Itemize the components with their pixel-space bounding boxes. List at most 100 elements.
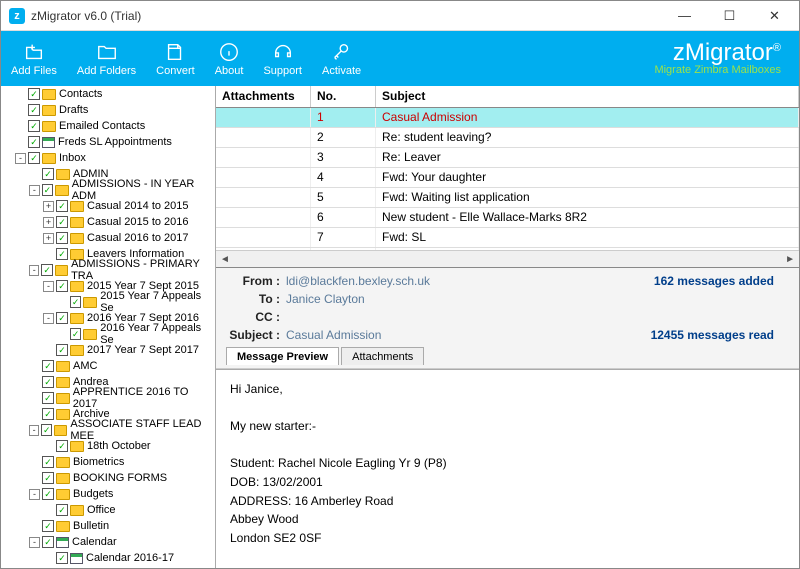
checkbox[interactable]: ✓	[56, 552, 68, 564]
table-body[interactable]: 1Casual Admission2Re: student leaving?3R…	[216, 108, 799, 250]
table-row[interactable]: 7Fwd: SL	[216, 228, 799, 248]
tree-item[interactable]: -✓Inbox	[1, 150, 215, 166]
toggle-icon[interactable]: -	[29, 425, 39, 436]
tree-item[interactable]: ✓2017 Year 7 Sept 2017	[1, 342, 215, 358]
folder-icon	[83, 329, 97, 340]
calendar-icon	[70, 553, 83, 564]
table-row[interactable]: 4Fwd: Your daughter	[216, 168, 799, 188]
tree-label: Emailed Contacts	[59, 120, 145, 132]
tree-item[interactable]: ✓Canteen	[1, 566, 215, 568]
folder-icon	[70, 233, 84, 244]
add-files-button[interactable]: Add Files	[1, 31, 67, 86]
checkbox[interactable]: ✓	[56, 280, 68, 292]
tree-item[interactable]: ✓2016 Year 7 Appeals Se	[1, 326, 215, 342]
tree-item[interactable]: ✓BOOKING FORMS	[1, 470, 215, 486]
checkbox[interactable]: ✓	[28, 88, 40, 100]
minimize-button[interactable]: —	[662, 1, 707, 30]
tree-item[interactable]: +✓Casual 2014 to 2015	[1, 198, 215, 214]
h-scrollbar[interactable]: ◄►	[216, 250, 799, 267]
checkbox[interactable]: ✓	[42, 536, 54, 548]
tree-item[interactable]: ✓Biometrics	[1, 454, 215, 470]
support-icon	[272, 41, 294, 63]
checkbox[interactable]: ✓	[28, 104, 40, 116]
checkbox[interactable]: ✓	[42, 168, 54, 180]
col-attachments[interactable]: Attachments	[216, 86, 311, 107]
convert-button[interactable]: Convert	[146, 31, 205, 86]
activate-button[interactable]: Activate	[312, 31, 371, 86]
checkbox[interactable]: ✓	[42, 376, 54, 388]
tree-item[interactable]: -✓ASSOCIATE STAFF LEAD MEE	[1, 422, 215, 438]
checkbox[interactable]: ✓	[28, 152, 40, 164]
checkbox[interactable]: ✓	[42, 408, 54, 420]
checkbox[interactable]: ✓	[56, 232, 68, 244]
support-button[interactable]: Support	[253, 31, 312, 86]
checkbox[interactable]: ✓	[70, 328, 82, 340]
tree-item[interactable]: ✓Office	[1, 502, 215, 518]
tree-item[interactable]: -✓ADMISSIONS - PRIMARY TRA	[1, 262, 215, 278]
checkbox[interactable]: ✓	[28, 120, 40, 132]
folder-tree[interactable]: ✓Contacts✓Drafts✓Emailed Contacts✓Freds …	[1, 86, 216, 568]
tree-item[interactable]: ✓ Emailed Contacts	[1, 118, 215, 134]
checkbox[interactable]: ✓	[42, 472, 54, 484]
table-header: Attachments No. Subject	[216, 86, 799, 108]
toggle-icon[interactable]: -	[29, 537, 40, 548]
checkbox[interactable]: ✓	[42, 488, 54, 500]
checkbox[interactable]: ✓	[56, 216, 68, 228]
toggle-icon[interactable]: +	[43, 201, 54, 212]
table-row[interactable]: 2Re: student leaving?	[216, 128, 799, 148]
titlebar: z zMigrator v6.0 (Trial) — ☐ ✕	[1, 1, 799, 31]
table-row[interactable]: 5Fwd: Waiting list application	[216, 188, 799, 208]
table-row[interactable]: 6New student - Elle Wallace-Marks 8R2	[216, 208, 799, 228]
tree-item[interactable]: +✓ Casual 2015 to 2016	[1, 214, 215, 230]
tree-item[interactable]: +✓Casual 2016 to 2017	[1, 230, 215, 246]
message-preview-body[interactable]: Hi Janice, My new starter:- Student: Rac…	[216, 369, 799, 568]
about-button[interactable]: About	[205, 31, 254, 86]
maximize-button[interactable]: ☐	[707, 1, 752, 30]
tree-item[interactable]: ✓Contacts	[1, 86, 215, 102]
checkbox[interactable]: ✓	[70, 296, 82, 308]
toggle-icon[interactable]: -	[29, 185, 40, 196]
close-button[interactable]: ✕	[752, 1, 797, 30]
checkbox[interactable]: ✓	[41, 424, 52, 436]
checkbox[interactable]: ✓	[42, 520, 54, 532]
tree-item[interactable]: -✓ADMISSIONS - IN YEAR ADM	[1, 182, 215, 198]
tree-item[interactable]: ✓ Bulletin	[1, 518, 215, 534]
checkbox[interactable]: ✓	[56, 504, 68, 516]
checkbox[interactable]: ✓	[41, 264, 52, 276]
tree-label: Bulletin	[73, 520, 109, 532]
tree-item[interactable]: ✓Freds SL Appointments	[1, 134, 215, 150]
tree-label: 18th October	[87, 440, 151, 452]
toggle-icon[interactable]: -	[15, 153, 26, 164]
tree-item[interactable]: ✓APPRENTICE 2016 TO 2017	[1, 390, 215, 406]
tree-item[interactable]: ✓2015 Year 7 Appeals Se	[1, 294, 215, 310]
tree-item[interactable]: ✓Drafts	[1, 102, 215, 118]
toggle-icon[interactable]: -	[43, 313, 54, 324]
col-number[interactable]: No.	[311, 86, 376, 107]
table-row[interactable]: 3Re: Leaver	[216, 148, 799, 168]
tree-item[interactable]: ✓Calendar 2016-17	[1, 550, 215, 566]
tab-attachments[interactable]: Attachments	[341, 347, 424, 365]
checkbox[interactable]: ✓	[42, 392, 54, 404]
tree-label: Casual 2015 to 2016	[87, 216, 189, 228]
add-folders-button[interactable]: Add Folders	[67, 31, 146, 86]
toggle-icon[interactable]: -	[43, 281, 54, 292]
checkbox[interactable]: ✓	[56, 200, 68, 212]
checkbox[interactable]: ✓	[56, 440, 68, 452]
tree-item[interactable]: -✓Calendar	[1, 534, 215, 550]
checkbox[interactable]: ✓	[28, 136, 40, 148]
tree-item[interactable]: -✓Budgets	[1, 486, 215, 502]
toggle-icon[interactable]: +	[43, 233, 54, 244]
col-subject[interactable]: Subject	[376, 86, 799, 107]
toggle-icon[interactable]: +	[43, 217, 54, 228]
checkbox[interactable]: ✓	[42, 184, 54, 196]
checkbox[interactable]: ✓	[56, 312, 68, 324]
checkbox[interactable]: ✓	[42, 360, 54, 372]
toggle-icon[interactable]: -	[29, 489, 40, 500]
tab-message-preview[interactable]: Message Preview	[226, 347, 339, 365]
checkbox[interactable]: ✓	[56, 344, 68, 356]
toggle-icon[interactable]: -	[29, 265, 39, 276]
checkbox[interactable]: ✓	[42, 456, 54, 468]
table-row[interactable]: 1Casual Admission	[216, 108, 799, 128]
tree-item[interactable]: ✓AMC	[1, 358, 215, 374]
checkbox[interactable]: ✓	[56, 248, 68, 260]
